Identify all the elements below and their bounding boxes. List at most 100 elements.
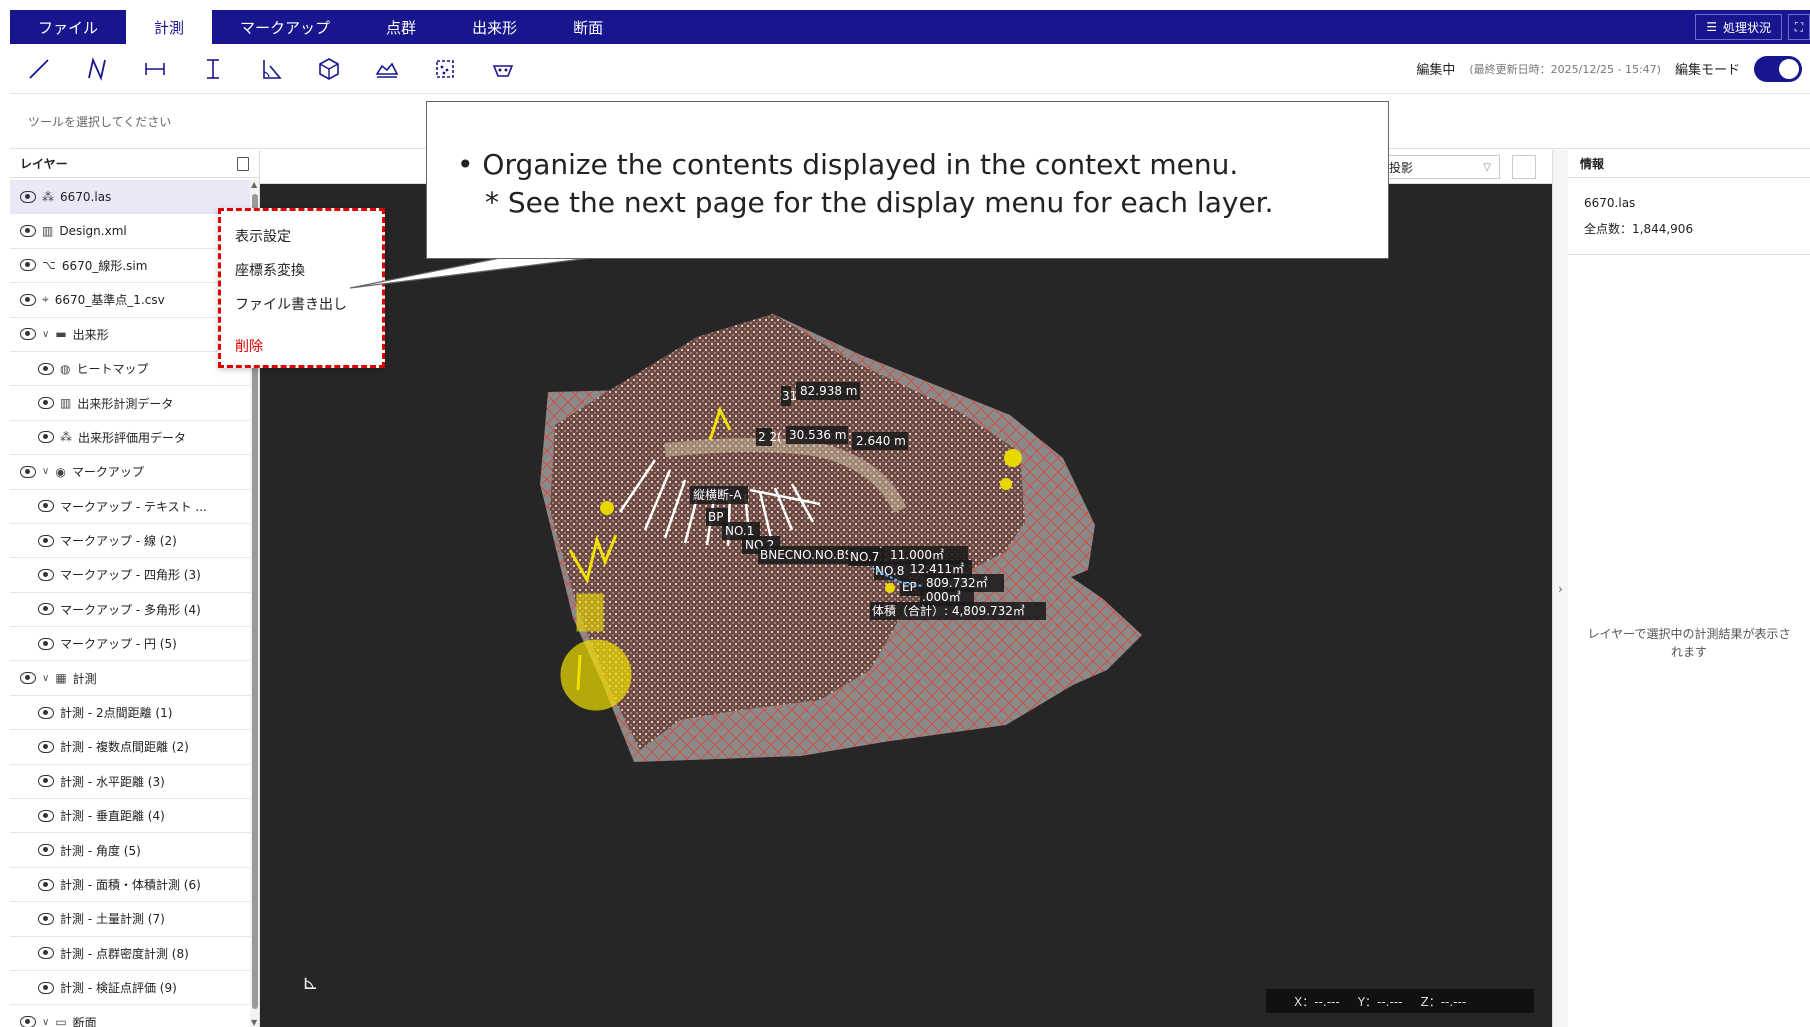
visibility-eye-icon[interactable] bbox=[38, 706, 54, 719]
menu-item-5[interactable]: 断面 bbox=[545, 10, 631, 44]
layer-item[interactable]: ⌖ 6670_基準点_1.csv bbox=[10, 283, 250, 318]
annotation-callout: • Organize the contents displayed in the… bbox=[426, 101, 1389, 259]
visibility-eye-icon[interactable] bbox=[20, 259, 36, 272]
layer-group[interactable]: ∨ ▬ 出来形 bbox=[10, 318, 250, 352]
context-menu-item-2[interactable]: ファイル書き出し bbox=[221, 287, 382, 321]
menu-item-4[interactable]: 出来形 bbox=[444, 10, 545, 44]
layer-item[interactable]: ▥ 出来形計測データ bbox=[10, 386, 250, 421]
layer-item[interactable]: マークアップ - 四角形 (3) bbox=[10, 558, 250, 593]
info-panel-toggle[interactable]: › bbox=[1552, 150, 1568, 1027]
layer-label: 出来形 bbox=[72, 327, 109, 342]
visibility-eye-icon[interactable] bbox=[20, 672, 36, 685]
visibility-eye-icon[interactable] bbox=[20, 465, 36, 478]
visibility-eye-icon[interactable] bbox=[20, 293, 36, 306]
label-2-2: 2 2( bbox=[758, 430, 782, 444]
processing-status-button[interactable]: ☰ 処理状況 bbox=[1695, 14, 1782, 40]
visibility-eye-icon[interactable] bbox=[38, 981, 54, 994]
visibility-eye-icon[interactable] bbox=[38, 568, 54, 581]
visibility-eye-icon[interactable] bbox=[38, 603, 54, 616]
layer-item[interactable]: 計測 - 複数点間距離 (2) bbox=[10, 730, 250, 765]
context-menu-item-3[interactable]: 削除 bbox=[221, 329, 382, 363]
layer-panel-header: レイヤー bbox=[10, 150, 259, 178]
menu-item-1[interactable]: 計測 bbox=[126, 10, 213, 44]
visibility-eye-icon[interactable] bbox=[38, 500, 54, 513]
layer-item[interactable]: マークアップ - テキスト ... bbox=[10, 490, 250, 524]
visibility-eye-icon[interactable] bbox=[38, 637, 54, 650]
edit-status: 編集中 bbox=[1416, 63, 1456, 78]
visibility-eye-icon[interactable] bbox=[38, 431, 54, 444]
chevron-down-icon[interactable]: ∨ bbox=[42, 466, 49, 477]
visibility-eye-icon[interactable] bbox=[38, 397, 54, 410]
layer-item[interactable]: 計測 - 検証点評価 (9) bbox=[10, 971, 250, 1006]
layer-item[interactable]: ◍ ヒートマップ bbox=[10, 352, 250, 387]
visibility-eye-icon[interactable] bbox=[20, 225, 36, 238]
layer-item[interactable]: マークアップ - 円 (5) bbox=[10, 627, 250, 662]
inspection-tool-icon[interactable] bbox=[474, 44, 532, 94]
chevron-down-icon[interactable]: ∨ bbox=[42, 329, 49, 340]
polyline-tool-icon[interactable] bbox=[68, 44, 126, 94]
layer-item[interactable]: マークアップ - 線 (2) bbox=[10, 524, 250, 559]
visibility-eye-icon[interactable] bbox=[38, 947, 54, 960]
layer-item[interactable]: ⁂ 出来形評価用データ bbox=[10, 421, 250, 456]
context-menu-item-0[interactable]: 表示設定 bbox=[221, 219, 382, 253]
visibility-eye-icon[interactable] bbox=[38, 534, 54, 547]
layer-item[interactable]: 計測 - 土量計測 (7) bbox=[10, 902, 250, 937]
layer-item[interactable]: ⌥ 6670_線形.sim bbox=[10, 249, 250, 284]
horizontal-distance-icon[interactable] bbox=[126, 44, 184, 94]
line-tool-icon[interactable] bbox=[10, 44, 68, 94]
edit-mode-toggle[interactable] bbox=[1754, 55, 1802, 82]
marker-pin bbox=[1000, 478, 1012, 490]
layer-item[interactable]: 計測 - 面積・体積計測 (6) bbox=[10, 868, 250, 903]
label-no7: NO.7 bbox=[850, 550, 879, 564]
angle-tool-icon[interactable] bbox=[242, 44, 300, 94]
layer-item[interactable]: 計測 - 水平距離 (3) bbox=[10, 765, 250, 800]
density-tool-icon[interactable] bbox=[416, 44, 474, 94]
add-file-icon[interactable] bbox=[237, 156, 249, 171]
layer-label: 計測 - 面積・体積計測 (6) bbox=[60, 878, 201, 892]
layer-item[interactable]: マークアップ - 多角形 (4) bbox=[10, 593, 250, 628]
menu-item-0[interactable]: ファイル bbox=[10, 10, 126, 44]
visibility-eye-icon[interactable] bbox=[38, 912, 54, 925]
layer-item[interactable]: 計測 - 角度 (5) bbox=[10, 833, 250, 868]
visibility-eye-icon[interactable] bbox=[20, 1016, 36, 1027]
visibility-eye-icon[interactable] bbox=[38, 809, 54, 822]
visibility-eye-icon[interactable] bbox=[38, 362, 54, 375]
scroll-down-icon[interactable]: ▼ bbox=[251, 1018, 257, 1027]
projection-select[interactable]: 投影 ▽ bbox=[1380, 155, 1500, 179]
menu-item-2[interactable]: マークアップ bbox=[212, 10, 358, 44]
visibility-eye-icon[interactable] bbox=[38, 740, 54, 753]
layer-group[interactable]: ∨ ◉ マークアップ bbox=[10, 455, 250, 490]
layer-item[interactable]: 計測 - 点群密度計測 (8) bbox=[10, 937, 250, 971]
layer-item[interactable]: 計測 - 2点間距離 (1) bbox=[10, 696, 250, 731]
layer-type-icon: ▭ bbox=[55, 1015, 67, 1027]
scroll-up-icon[interactable]: ▲ bbox=[251, 180, 257, 189]
layer-label: 6670.las bbox=[60, 189, 112, 204]
label-area-3: 809.732㎡ bbox=[926, 576, 988, 590]
earthwork-tool-icon[interactable] bbox=[358, 44, 416, 94]
menu-item-3[interactable]: 点群 bbox=[358, 10, 444, 44]
layer-item[interactable]: ▥ Design.xml bbox=[10, 214, 250, 249]
label-area-1: 11.000㎡ bbox=[890, 548, 944, 562]
layer-item[interactable]: ⁂ 6670.las bbox=[10, 180, 250, 215]
layer-type-icon: ◍ bbox=[60, 361, 71, 376]
fullscreen-icon[interactable]: ⛶ bbox=[1788, 14, 1810, 40]
layer-group[interactable]: ∨ ▭ 断面 bbox=[10, 1005, 250, 1027]
visibility-eye-icon[interactable] bbox=[38, 775, 54, 788]
layer-item[interactable]: 計測 - 垂直距離 (4) bbox=[10, 799, 250, 834]
layer-group[interactable]: ∨ ▦ 計測 bbox=[10, 661, 250, 696]
layer-label: 出来形計測データ bbox=[77, 396, 174, 411]
visibility-eye-icon[interactable] bbox=[38, 844, 54, 857]
vertical-distance-icon[interactable] bbox=[184, 44, 242, 94]
visibility-eye-icon[interactable] bbox=[38, 878, 54, 891]
layer-label: 計測 - 土量計測 (7) bbox=[60, 912, 165, 927]
chevron-down-icon: ▽ bbox=[1483, 161, 1491, 173]
visibility-eye-icon[interactable] bbox=[20, 328, 36, 341]
visibility-eye-icon[interactable] bbox=[20, 190, 36, 203]
coordinate-readout: X：--.--- Y：--.--- Z：--.--- bbox=[1266, 989, 1534, 1013]
chevron-down-icon[interactable]: ∨ bbox=[42, 1017, 49, 1027]
layer-type-icon: ▥ bbox=[60, 396, 72, 411]
volume-tool-icon[interactable] bbox=[300, 44, 358, 94]
menu-bar: ファイル 計測 マークアップ 点群 出来形 断面 ☰ 処理状況 ⛶ bbox=[10, 10, 1810, 44]
screenshot-icon[interactable] bbox=[1512, 155, 1536, 179]
chevron-down-icon[interactable]: ∨ bbox=[42, 673, 49, 684]
